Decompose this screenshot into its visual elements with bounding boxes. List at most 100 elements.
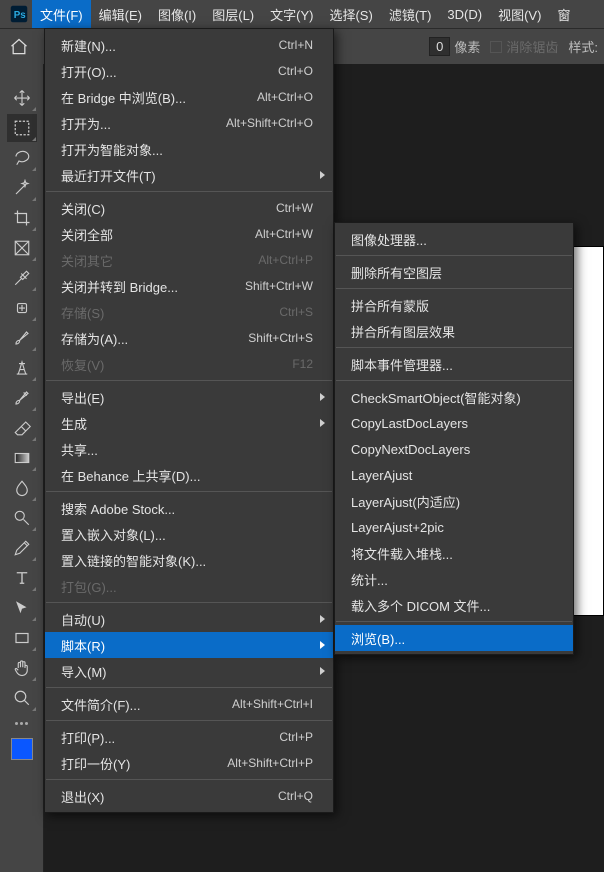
script-menu-item-17[interactable]: 载入多个 DICOM 文件... — [335, 592, 573, 618]
file-menu-item-20[interactable]: 搜索 Adobe Stock... — [45, 495, 333, 521]
menu-文件[interactable]: 文件(F) — [32, 0, 91, 28]
crop-tool[interactable] — [7, 204, 37, 232]
menu-文字[interactable]: 文字(Y) — [262, 0, 321, 28]
menu-滤镜[interactable]: 滤镜(T) — [381, 0, 440, 28]
menu-item-label: 生成 — [61, 414, 313, 433]
feather-value[interactable]: 0 — [429, 37, 450, 56]
toolbox — [0, 64, 44, 872]
script-menu-item-12[interactable]: LayerAjust — [335, 462, 573, 488]
menu-窗[interactable]: 窗 — [549, 0, 578, 28]
menu-item-shortcut: Alt+Shift+Ctrl+P — [227, 756, 313, 770]
file-menu-item-3[interactable]: 打开为...Alt+Shift+Ctrl+O — [45, 110, 333, 136]
file-menu-item-5[interactable]: 最近打开文件(T) — [45, 162, 333, 188]
file-menu-item-2[interactable]: 在 Bridge 中浏览(B)...Alt+Ctrl+O — [45, 84, 333, 110]
menu-图像[interactable]: 图像(I) — [150, 0, 204, 28]
menu-item-label: 最近打开文件(T) — [61, 166, 313, 185]
menu-item-label: 存储(S) — [61, 303, 279, 322]
file-menu-item-34[interactable]: 退出(X)Ctrl+Q — [45, 783, 333, 809]
file-menu-item-22[interactable]: 置入链接的智能对象(K)... — [45, 547, 333, 573]
file-menu-item-0[interactable]: 新建(N)...Ctrl+N — [45, 32, 333, 58]
checkbox-icon — [490, 41, 502, 53]
file-menu-item-21[interactable]: 置入嵌入对象(L)... — [45, 521, 333, 547]
file-menu-item-8[interactable]: 关闭全部Alt+Ctrl+W — [45, 221, 333, 247]
rectangle-tool[interactable] — [7, 624, 37, 652]
file-menu-item-32[interactable]: 打印一份(Y)Alt+Shift+Ctrl+P — [45, 750, 333, 776]
file-menu-item-15[interactable]: 导出(E) — [45, 384, 333, 410]
menu-item-label: 浏览(B)... — [351, 629, 553, 648]
brush-tool[interactable] — [7, 324, 37, 352]
script-menu-item-10[interactable]: CopyLastDocLayers — [335, 410, 573, 436]
menu-编辑[interactable]: 编辑(E) — [91, 0, 150, 28]
path-selection-tool[interactable] — [7, 594, 37, 622]
menu-item-label: 关闭其它 — [61, 251, 258, 270]
script-menu-item-4[interactable]: 拼合所有蒙版 — [335, 292, 573, 318]
gradient-tool[interactable] — [7, 444, 37, 472]
separator — [336, 621, 572, 622]
script-menu-item-5[interactable]: 拼合所有图层效果 — [335, 318, 573, 344]
file-menu-item-23: 打包(G)... — [45, 573, 333, 599]
script-menu-item-2[interactable]: 删除所有空图层 — [335, 259, 573, 285]
menu-item-label: 打开(O)... — [61, 62, 278, 81]
anti-alias-checkbox: 消除锯齿 — [490, 37, 558, 56]
file-menu-item-18[interactable]: 在 Behance 上共享(D)... — [45, 462, 333, 488]
file-menu-item-10[interactable]: 关闭并转到 Bridge...Shift+Ctrl+W — [45, 273, 333, 299]
history-brush-tool[interactable] — [7, 384, 37, 412]
script-menu-item-19[interactable]: 浏览(B)... — [335, 625, 573, 651]
menu-item-label: 删除所有空图层 — [351, 263, 553, 282]
file-menu-item-11: 存储(S)Ctrl+S — [45, 299, 333, 325]
magic-wand-tool[interactable] — [7, 174, 37, 202]
zoom-tool[interactable] — [7, 684, 37, 712]
menu-item-label: 置入链接的智能对象(K)... — [61, 551, 313, 570]
frame-tool[interactable] — [7, 234, 37, 262]
file-menu-item-29[interactable]: 文件简介(F)...Alt+Shift+Ctrl+I — [45, 691, 333, 717]
file-menu-item-27[interactable]: 导入(M) — [45, 658, 333, 684]
marquee-tool[interactable] — [7, 114, 37, 142]
type-tool[interactable] — [7, 564, 37, 592]
foreground-color-swatch[interactable] — [11, 738, 33, 760]
edit-toolbar-icon[interactable] — [15, 716, 28, 730]
file-menu-item-7[interactable]: 关闭(C)Ctrl+W — [45, 195, 333, 221]
hand-tool[interactable] — [7, 654, 37, 682]
menu-item-shortcut: Alt+Shift+Ctrl+I — [232, 697, 313, 711]
menu-视图[interactable]: 视图(V) — [490, 0, 549, 28]
file-menu-item-26[interactable]: 脚本(R) — [45, 632, 333, 658]
eyedropper-tool[interactable] — [7, 264, 37, 292]
blur-tool[interactable] — [7, 474, 37, 502]
script-menu-item-9[interactable]: CheckSmartObject(智能对象) — [335, 384, 573, 410]
separator — [336, 347, 572, 348]
menu-item-label: 关闭并转到 Bridge... — [61, 277, 245, 296]
menu-item-label: 退出(X) — [61, 787, 278, 806]
script-menu-item-15[interactable]: 将文件载入堆栈... — [335, 540, 573, 566]
file-menu-item-31[interactable]: 打印(P)...Ctrl+P — [45, 724, 333, 750]
move-tool[interactable] — [7, 84, 37, 112]
file-menu-item-1[interactable]: 打开(O)...Ctrl+O — [45, 58, 333, 84]
script-menu-item-13[interactable]: LayerAjust(内适应) — [335, 488, 573, 514]
healing-brush-tool[interactable] — [7, 294, 37, 322]
file-menu-item-16[interactable]: 生成 — [45, 410, 333, 436]
file-menu-item-12[interactable]: 存储为(A)...Shift+Ctrl+S — [45, 325, 333, 351]
clone-stamp-tool[interactable] — [7, 354, 37, 382]
file-menu-item-4[interactable]: 打开为智能对象... — [45, 136, 333, 162]
lasso-tool[interactable] — [7, 144, 37, 172]
pen-tool[interactable] — [7, 534, 37, 562]
script-menu-item-11[interactable]: CopyNextDocLayers — [335, 436, 573, 462]
script-menu-item-7[interactable]: 脚本事件管理器... — [335, 351, 573, 377]
document-canvas[interactable] — [572, 246, 604, 616]
file-menu-item-17[interactable]: 共享... — [45, 436, 333, 462]
file-menu-item-25[interactable]: 自动(U) — [45, 606, 333, 632]
home-icon[interactable] — [8, 36, 30, 58]
menu-item-label: 拼合所有图层效果 — [351, 322, 553, 341]
script-menu-item-16[interactable]: 统计... — [335, 566, 573, 592]
file-menu-item-9: 关闭其它Alt+Ctrl+P — [45, 247, 333, 273]
menu-item-label: 打包(G)... — [61, 577, 313, 596]
menu-3D[interactable]: 3D(D) — [439, 0, 490, 28]
menu-item-label: 共享... — [61, 440, 313, 459]
script-menu-item-14[interactable]: LayerAjust+2pic — [335, 514, 573, 540]
dodge-tool[interactable] — [7, 504, 37, 532]
separator — [46, 720, 332, 721]
menu-图层[interactable]: 图层(L) — [204, 0, 262, 28]
svg-text:Ps: Ps — [14, 10, 27, 21]
menu-选择[interactable]: 选择(S) — [321, 0, 380, 28]
script-menu-item-0[interactable]: 图像处理器... — [335, 226, 573, 252]
eraser-tool[interactable] — [7, 414, 37, 442]
